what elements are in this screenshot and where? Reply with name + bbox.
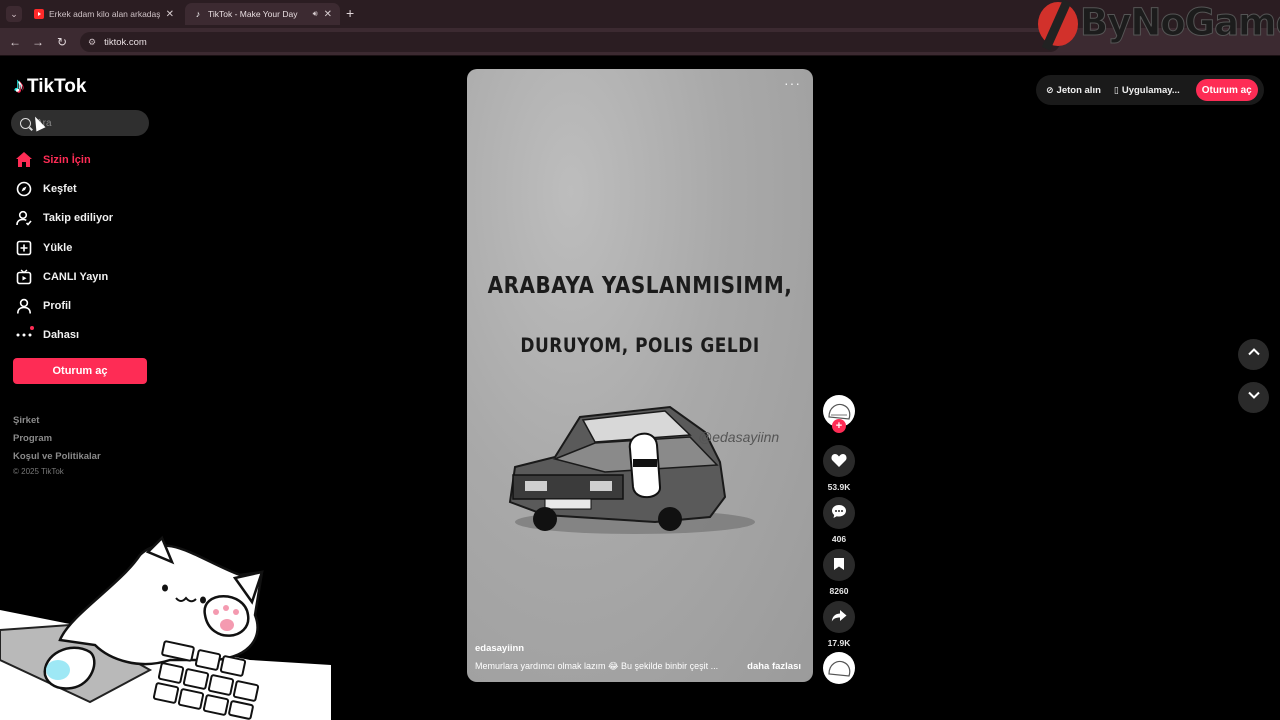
compass-icon	[13, 181, 35, 197]
sidebar-item-for-you[interactable]: Sizin İçin	[13, 145, 153, 174]
share-button[interactable]	[823, 601, 855, 633]
login-button-top[interactable]: Oturum aç	[1195, 79, 1258, 101]
sidebar-item-explore[interactable]: Keşfet	[13, 174, 153, 203]
tab-title: Erkek adam kilo alan arkadaşını	[49, 9, 160, 19]
comment-count: 406	[831, 534, 847, 544]
sidebar-item-label: Takip ediliyor	[43, 212, 114, 225]
site-info-icon[interactable]: ⚙	[88, 37, 96, 48]
save-count: 8260	[829, 586, 849, 596]
get-app-button[interactable]: ▯ Uygulamay...	[1114, 85, 1180, 96]
watermark-mark-icon	[1038, 2, 1078, 46]
sidebar-item-label: CANLI Yayın	[43, 270, 109, 283]
notification-dot	[30, 326, 34, 331]
heart-icon	[831, 453, 847, 470]
previous-video-button[interactable]	[1238, 339, 1269, 370]
video-caption-line-1: ARABAYA YASLANMISIMM,	[487, 271, 793, 299]
brand-name: TikTok	[27, 75, 87, 97]
save-button[interactable]	[823, 549, 855, 581]
forward-icon[interactable]: →	[30, 34, 46, 50]
sidebar-item-profile[interactable]: Profil	[13, 291, 153, 320]
chevron-down-icon	[1247, 388, 1261, 407]
live-icon	[13, 269, 35, 285]
reload-icon[interactable]: ↻	[54, 34, 70, 50]
comment-icon	[831, 504, 847, 522]
sidebar-item-label: Dahası	[43, 329, 80, 342]
speaker-icon[interactable]: 🔊︎	[313, 9, 318, 19]
see-more-link[interactable]: daha fazlası	[747, 661, 801, 672]
youtube-icon	[34, 9, 44, 19]
sidebar-footer: Şirket Program Koşul ve Politikalar © 20…	[13, 412, 101, 476]
top-actions-bar: ⊘ Jeton alın ▯ Uygulamay... Oturum aç	[1036, 75, 1264, 105]
video-watermark-handle: @edasayiinn	[698, 429, 780, 445]
watermark-text: ByNoGame	[1080, 1, 1280, 45]
tiktok-icon: ♪	[14, 75, 24, 97]
more-options-icon[interactable]: ···	[784, 75, 801, 91]
tiktok-logo[interactable]: ♪ TikTok	[14, 75, 86, 98]
get-coins-button[interactable]: ⊘ Jeton alın	[1046, 85, 1101, 96]
tab-title: TikTok - Make Your Day	[208, 9, 298, 19]
like-button[interactable]	[823, 445, 855, 477]
footer-link-terms[interactable]: Koşul ve Politikalar	[13, 448, 101, 466]
footer-link-company[interactable]: Şirket	[13, 412, 101, 430]
phone-icon: ▯	[1113, 84, 1119, 95]
bongo-cat-overlay	[0, 520, 331, 720]
video-author[interactable]: edasayiinn	[475, 643, 524, 654]
video-player[interactable]: ··· ARABAYA YASLANMISIMM, DURUYOM, POLIS…	[467, 69, 813, 682]
share-icon	[831, 609, 847, 626]
close-tab-icon[interactable]: ✕	[324, 9, 332, 20]
coin-icon: ⊘	[1046, 84, 1054, 95]
sidebar-item-more[interactable]: Dahası	[13, 321, 153, 350]
close-tab-icon[interactable]: ✕	[166, 9, 174, 20]
login-button[interactable]: Oturum aç	[13, 358, 147, 384]
tab-search-icon[interactable]: ⌄	[6, 6, 22, 22]
new-tab-icon[interactable]: +	[346, 5, 354, 21]
car-illustration	[508, 405, 755, 534]
get-app-label: Uygulamay...	[1121, 84, 1180, 96]
sidebar-item-label: Yükle	[43, 241, 73, 254]
sidebar-item-following[interactable]: Takip ediliyor	[13, 204, 153, 233]
search-icon	[20, 117, 31, 129]
sidebar-item-label: Keşfet	[43, 182, 77, 195]
home-icon	[13, 152, 35, 168]
copyright-text: © 2025 TikTok	[13, 467, 64, 476]
back-icon[interactable]: ←	[7, 34, 23, 50]
like-count: 53.9K	[827, 482, 851, 492]
tiktok-icon: ♪	[195, 9, 201, 19]
bookmark-icon	[833, 557, 845, 574]
more-icon	[13, 326, 35, 343]
profile-icon	[13, 298, 35, 314]
sidebar-item-live[interactable]: CANLI Yayın	[13, 262, 153, 291]
url-input[interactable]: ⚙ tiktok.com	[80, 32, 1060, 52]
upload-icon	[13, 240, 35, 256]
url-text: tiktok.com	[104, 36, 147, 48]
watermark-logo: ByNoGame	[1036, 0, 1280, 52]
browser-tab-tiktok[interactable]: ♪ TikTok - Make Your Day 🔊︎ ✕	[185, 3, 340, 25]
video-description: Memurlara yardımcı olmak lazım 😂 Bu şeki…	[475, 661, 719, 671]
get-coins-label: Jeton alın	[1056, 84, 1101, 96]
chevron-up-icon	[1247, 345, 1261, 364]
browser-tab-youtube[interactable]: Erkek adam kilo alan arkadaşını ✕	[26, 3, 182, 25]
sidebar-nav: Sizin İçin Keşfet Takip ediliyor Yükle C…	[13, 145, 153, 350]
following-icon	[13, 210, 35, 226]
follow-plus-icon[interactable]: +	[832, 419, 846, 433]
sidebar-item-label: Sizin İçin	[43, 153, 91, 166]
share-count: 17.9K	[827, 638, 851, 648]
sound-avatar[interactable]	[823, 652, 855, 684]
next-video-button[interactable]	[1238, 382, 1269, 413]
sidebar-item-label: Profil	[43, 300, 72, 313]
sidebar-item-upload[interactable]: Yükle	[13, 233, 153, 262]
video-caption-line-2: DURUYOM, POLIS GELDI	[520, 334, 760, 358]
comment-button[interactable]	[823, 497, 855, 529]
footer-link-program[interactable]: Program	[13, 430, 101, 448]
